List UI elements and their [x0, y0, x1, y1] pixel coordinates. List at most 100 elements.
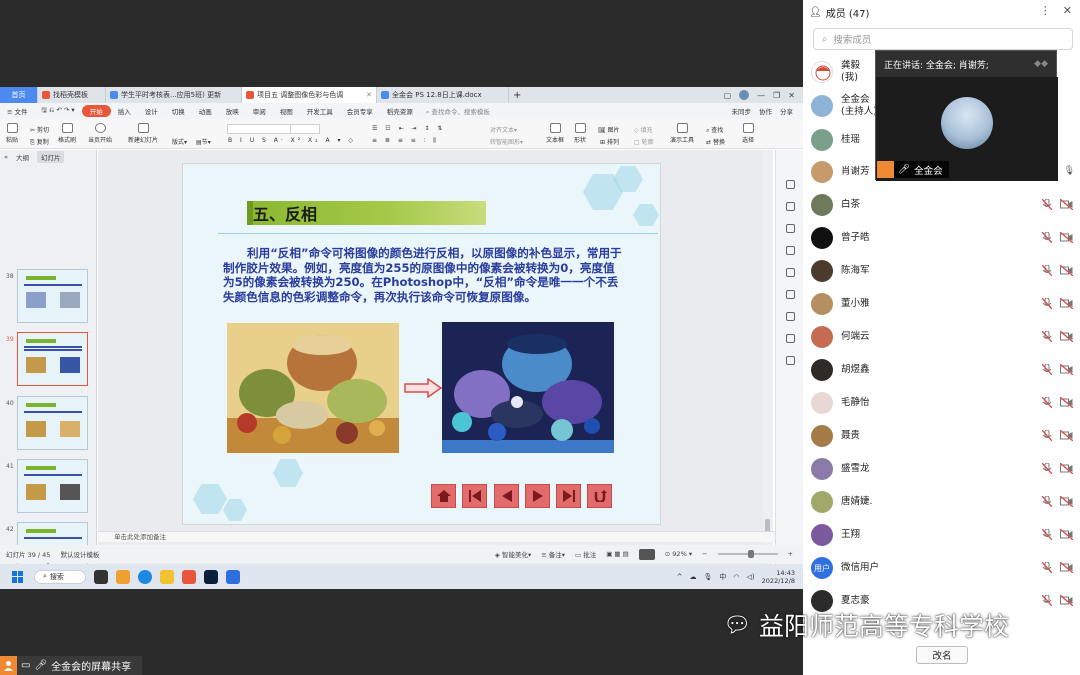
tab-home[interactable]: 首页 — [0, 87, 38, 103]
layout-button[interactable]: 版式▾ — [172, 137, 187, 146]
mic-tray-icon[interactable]: 🎙 — [704, 573, 713, 581]
play-current-button[interactable]: 当页开始 — [88, 123, 112, 144]
menu-transition[interactable]: 切换 — [165, 106, 192, 116]
outline-button[interactable]: □ 轮廓 — [634, 137, 654, 146]
mic-off-icon[interactable] — [1042, 397, 1052, 408]
camera-off-icon[interactable] — [1060, 232, 1073, 243]
mic-off-icon[interactable] — [1042, 364, 1052, 375]
photoshop-icon[interactable] — [204, 569, 218, 584]
picture-icon[interactable] — [786, 246, 795, 255]
list-item[interactable]: 董小雅 — [811, 289, 1073, 319]
rename-button[interactable]: 改名 — [916, 646, 968, 664]
mic-off-icon[interactable] — [1042, 331, 1052, 342]
camera-off-icon[interactable] — [1060, 265, 1073, 276]
close-panel-icon[interactable]: ✕ — [1063, 4, 1072, 17]
folder-icon[interactable] — [160, 569, 174, 584]
camera-off-icon[interactable] — [1060, 529, 1073, 540]
collapse-pane-icon[interactable]: « — [4, 153, 8, 161]
shield-icon[interactable] — [786, 334, 795, 343]
mic-off-icon[interactable] — [1042, 463, 1052, 474]
menu-design[interactable]: 设计 — [138, 106, 165, 116]
undo-redo-icons[interactable]: 🖫 ⎌ ↶ ↷ ▾ — [35, 106, 82, 117]
slide-thumb-39[interactable] — [17, 332, 88, 386]
slide-thumb-40[interactable] — [17, 396, 88, 450]
font-style-buttons[interactable]: B I U S A· X² X₂ A ▾ ◇ — [228, 137, 356, 144]
book-icon[interactable] — [786, 356, 795, 365]
close-tab-icon[interactable]: ✕ — [366, 91, 372, 99]
command-search[interactable]: ⌕ 查找命令、搜索模板 — [426, 106, 490, 117]
camera-off-icon[interactable] — [1060, 331, 1073, 342]
arrange-button[interactable]: ⊞ 排列 — [600, 137, 619, 146]
notes-area[interactable]: 单击此处添加备注 — [98, 531, 775, 542]
cut-button[interactable]: ✂ 剪切 — [30, 125, 49, 134]
tab-document[interactable]: 全金会 PS 12.8日上课.docx — [377, 87, 509, 103]
clock[interactable]: 14:43 2022/12/8 — [762, 569, 795, 585]
pin-icon[interactable] — [786, 224, 795, 233]
new-tab-button[interactable]: + — [509, 87, 525, 103]
animation-icon[interactable] — [786, 180, 795, 189]
mic-off-icon[interactable] — [1042, 298, 1052, 309]
slide-thumb-41[interactable] — [17, 459, 88, 513]
notes-toggle[interactable]: ≡ 备注▾ — [541, 549, 565, 559]
slide-thumb-38[interactable] — [17, 269, 88, 323]
new-slide-button[interactable]: 新建幻灯片 — [128, 123, 158, 144]
mic-off-icon[interactable] — [1042, 199, 1052, 210]
minimize-button[interactable]: — — [757, 91, 765, 100]
camera-off-icon[interactable] — [1060, 364, 1073, 375]
mic-off-icon[interactable] — [1042, 529, 1052, 540]
camera-off-icon[interactable] — [1060, 595, 1073, 606]
last-slide-button[interactable] — [556, 484, 581, 508]
menu-file[interactable]: ≡ 文件 — [0, 106, 35, 116]
mic-off-icon[interactable] — [1042, 430, 1052, 441]
list-item[interactable]: 胡煜鑫 — [811, 355, 1073, 385]
mic-on-icon[interactable]: 🎙 — [1064, 166, 1075, 176]
camera-off-icon[interactable] — [1060, 463, 1073, 474]
mic-off-icon[interactable] — [1042, 265, 1052, 276]
camera-off-icon[interactable] — [1060, 430, 1073, 441]
align-text-button[interactable]: 对齐文本▾ — [490, 125, 517, 134]
menu-developer[interactable]: 开发工具 — [300, 106, 340, 116]
list-item[interactable]: 王翔 — [811, 520, 1073, 550]
layout-icon[interactable] — [786, 312, 795, 321]
menu-docer[interactable]: 稻壳资源 — [380, 106, 420, 116]
canvas-scrollbar[interactable] — [763, 150, 773, 571]
meeting-app-icon[interactable] — [226, 569, 240, 584]
wifi-icon[interactable]: ◠ — [733, 573, 739, 581]
tab-outline[interactable]: 大纲 — [16, 152, 29, 162]
cloud-icon[interactable]: ☁ — [690, 573, 697, 581]
list-item[interactable]: 毛静怡 — [811, 388, 1073, 418]
menu-review[interactable]: 审阅 — [246, 106, 273, 116]
windows-start-icon[interactable] — [12, 570, 24, 583]
camera-off-icon[interactable] — [1060, 199, 1073, 210]
section-button[interactable]: ▤节▾ — [196, 137, 211, 146]
list-item[interactable]: 何端云 — [811, 322, 1073, 352]
menu-view[interactable]: 视图 — [273, 106, 300, 116]
link-icon[interactable] — [786, 268, 795, 277]
page-count-icon[interactable]: ▢ — [724, 91, 732, 100]
list-item[interactable]: 聂贵 — [811, 421, 1073, 451]
share-button[interactable]: 分享 — [780, 106, 793, 116]
next-slide-button[interactable] — [525, 484, 550, 508]
presentation-tools-button[interactable]: 演示工具 — [670, 123, 694, 144]
tray-chevron-icon[interactable]: ^ — [677, 573, 683, 581]
tab-template[interactable]: 找稻壳模板 — [38, 87, 106, 103]
menu-insert[interactable]: 插入 — [111, 106, 138, 116]
tab-presentation[interactable]: 项目五 调整图像色彩与色调 ✕ — [242, 87, 377, 103]
home-nav-button[interactable] — [431, 484, 456, 508]
ime-icon[interactable]: 中 — [719, 572, 726, 582]
close-button[interactable]: ✕ — [788, 91, 795, 100]
list-item[interactable]: 白茶 — [811, 190, 1073, 220]
format-painter-button[interactable]: 格式刷 — [58, 123, 76, 144]
zoom-slider[interactable] — [717, 550, 778, 558]
menu-slideshow[interactable]: 放映 — [219, 106, 246, 116]
menu-member[interactable]: 会员专享 — [340, 106, 380, 116]
camera-off-icon[interactable] — [1060, 496, 1073, 507]
more-options-icon[interactable]: ⋮ — [1040, 4, 1051, 17]
menu-animation[interactable]: 动画 — [192, 106, 219, 116]
camera-off-icon[interactable] — [1060, 298, 1073, 309]
comments-toggle[interactable]: ▭ 批注 — [575, 549, 596, 559]
list-item[interactable]: 唐婧婕. — [811, 487, 1073, 517]
paragraph-buttons[interactable]: ☰ ☷ ⇤ ⇥ ↕ ⇅ — [372, 125, 445, 132]
zoom-in-button[interactable]: + — [788, 550, 793, 558]
view-mode-buttons[interactable]: ▣ ▦ ▤ — [606, 550, 629, 558]
